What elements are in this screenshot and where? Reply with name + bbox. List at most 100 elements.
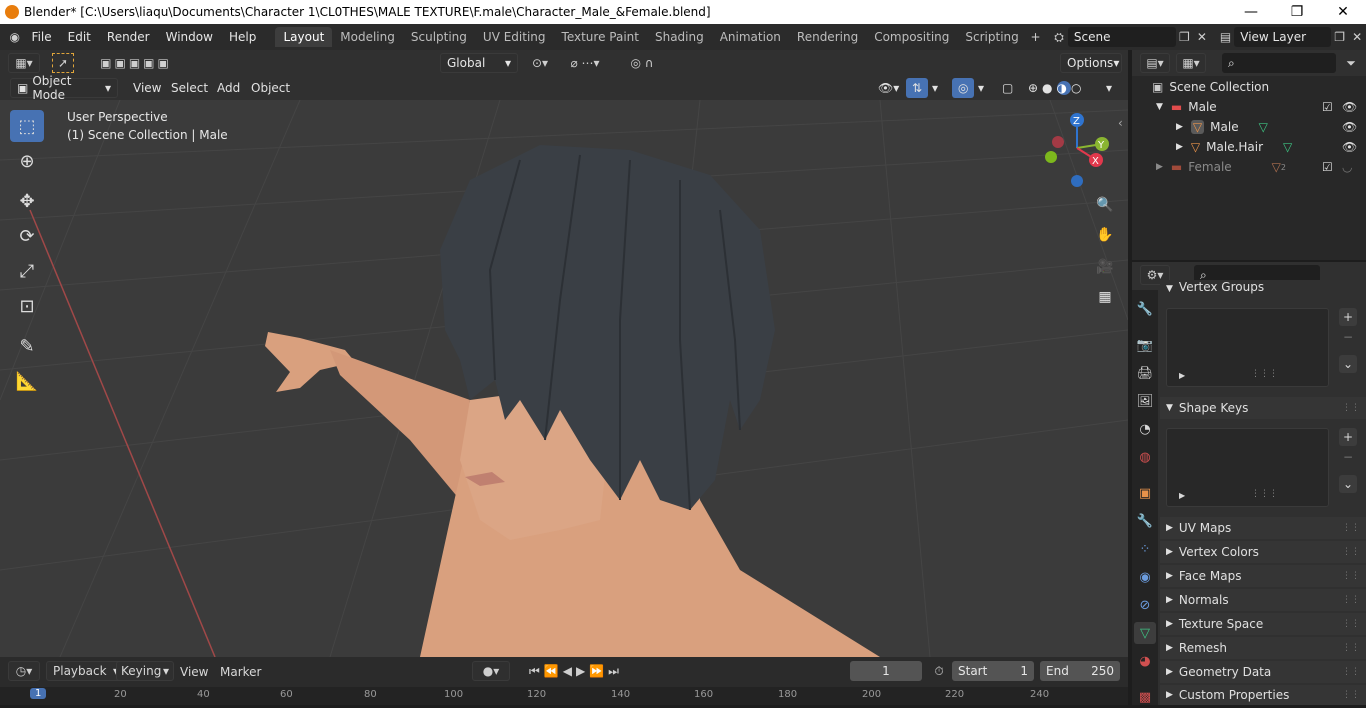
outliner-row-female-collection[interactable]: ▶ ▬ Female ▽ 2 ☑ ◡ <box>1132 157 1366 177</box>
options-dropdown[interactable]: Options ▾ <box>1060 53 1122 73</box>
transform-orientation-select[interactable]: Global ▾ <box>440 53 518 73</box>
resize-handle-icon[interactable]: ⋮⋮⋮ <box>1251 489 1278 499</box>
remove-shape-key-button[interactable]: − <box>1339 448 1357 466</box>
render-tab-icon[interactable]: 📷 <box>1134 334 1156 356</box>
filter-icon[interactable]: ⏷ <box>1340 53 1362 73</box>
snapping-icon[interactable]: ⌀ ⋯▾ <box>560 53 610 73</box>
visibility-icon[interactable]: 👁▾ <box>872 78 905 98</box>
outliner-search-input[interactable]: ⌕ <box>1222 53 1336 73</box>
tab-scripting[interactable]: Scripting <box>957 27 1026 47</box>
marker-menu[interactable]: Marker <box>220 665 261 679</box>
outliner-editor-type-icon[interactable]: ▤▾ <box>1140 53 1170 73</box>
collapse-arrow-icon[interactable]: ▼ <box>1156 102 1163 112</box>
material-tab-icon[interactable]: ◕ <box>1134 650 1156 672</box>
include-checkbox[interactable]: ☑ <box>1322 160 1333 174</box>
vertex-groups-panel-header[interactable]: ▼ Vertex Groups <box>1160 280 1366 294</box>
menu-select[interactable]: Select <box>165 78 214 98</box>
new-view-layer-icon[interactable]: ❐ <box>1331 27 1349 47</box>
proportional-edit-icon[interactable]: ◎ ∩ <box>618 53 666 73</box>
face-maps-panel-header[interactable]: ▶ Face Maps ⋮⋮ <box>1160 565 1366 587</box>
menu-object[interactable]: Object <box>245 78 296 98</box>
shading-menu-icon[interactable]: ▾ <box>1100 78 1118 98</box>
selection-mode-icons[interactable]: ▣▣▣▣▣ <box>88 53 184 73</box>
display-mode-icon[interactable]: ▦▾ <box>1176 53 1206 73</box>
blender-menu-icon[interactable]: ◉ <box>6 27 24 47</box>
custom-properties-panel-header[interactable]: ▶ Custom Properties ⋮⋮ <box>1160 685 1366 705</box>
drag-handle-icon[interactable]: ⋮⋮ <box>1342 547 1360 557</box>
scene-name-field[interactable]: Scene <box>1067 27 1176 47</box>
tab-animation[interactable]: Animation <box>712 27 789 47</box>
outliner-row-male-object[interactable]: ▶ ▽ Male ▽ 👁 <box>1132 117 1366 137</box>
menu-add[interactable]: Add <box>211 78 246 98</box>
drag-handle-icon[interactable]: ⋮⋮ <box>1342 643 1360 653</box>
scale-tool[interactable]: ⤢ <box>10 255 44 287</box>
eye-icon[interactable]: 👁 <box>1342 120 1357 134</box>
view-layer-icon[interactable]: ▤ <box>1217 27 1235 47</box>
constraints-tab-icon[interactable]: ⊘ <box>1134 594 1156 616</box>
sidebar-toggle-icon[interactable]: ‹ <box>1118 116 1123 130</box>
timeline-editor-type-icon[interactable]: ◷▾ <box>8 661 40 681</box>
close-button[interactable]: ✕ <box>1320 0 1366 24</box>
maximize-button[interactable]: ❐ <box>1274 0 1320 24</box>
normals-panel-header[interactable]: ▶ Normals ⋮⋮ <box>1160 589 1366 611</box>
modifier-tab-icon[interactable]: 🔧 <box>1134 510 1156 532</box>
add-workspace-icon[interactable]: + <box>1027 27 1045 47</box>
particles-tab-icon[interactable]: ⁘ <box>1134 538 1156 560</box>
timer-icon[interactable]: ⏱ <box>928 661 950 681</box>
shape-keys-list[interactable]: ▶ ⋮⋮⋮ <box>1166 428 1329 507</box>
select-tool-icon[interactable]: ➚ <box>52 53 74 73</box>
drag-handle-icon[interactable]: ⋮⋮ <box>1342 619 1360 629</box>
view-layer-tab-icon[interactable]: 🖼 <box>1134 390 1156 412</box>
scene-tab-icon[interactable]: ◔ <box>1134 418 1156 440</box>
pivot-point-icon[interactable]: ⊙▾ <box>526 53 554 73</box>
start-frame-field[interactable]: Start 1 <box>952 661 1034 681</box>
geometry-data-panel-header[interactable]: ▶ Geometry Data ⋮⋮ <box>1160 661 1366 683</box>
add-shape-key-button[interactable]: + <box>1339 428 1357 446</box>
outliner-row-scene-collection[interactable]: ▣ Scene Collection <box>1132 77 1366 97</box>
keyframe-record-icon[interactable]: ●▾ <box>472 661 510 681</box>
vertex-groups-list[interactable]: ▶ ⋮⋮⋮ <box>1166 308 1329 387</box>
drag-handle-icon[interactable]: ⋮⋮ <box>1342 690 1360 700</box>
view-layer-field[interactable]: View Layer <box>1234 27 1331 47</box>
expand-list-icon[interactable]: ▶ <box>1179 491 1185 500</box>
object-tab-icon[interactable]: ▣ <box>1134 482 1156 504</box>
menu-view[interactable]: View <box>127 78 167 98</box>
scene-selector-icon[interactable]: ⛭ <box>1050 27 1068 47</box>
cursor-tool[interactable]: ⊕ <box>10 145 44 177</box>
camera-icon[interactable]: 🎥 <box>1092 254 1118 280</box>
shape-keys-panel-header[interactable]: ▼ Shape Keys ⋮⋮ <box>1160 397 1366 419</box>
select-box-tool[interactable]: ⬚ <box>10 110 44 142</box>
output-tab-icon[interactable]: 🖨 <box>1134 362 1156 384</box>
shading-mode-icons[interactable]: ⊕● ◑ ○ <box>1022 78 1092 98</box>
xray-icon[interactable]: ▢ <box>996 78 1019 98</box>
include-checkbox[interactable]: ☑ <box>1322 100 1333 114</box>
annotate-tool[interactable]: ✎ <box>10 330 44 362</box>
shape-key-specials-button[interactable]: ⌄ <box>1339 475 1357 493</box>
eye-icon[interactable]: 👁 <box>1342 100 1357 114</box>
tab-shading[interactable]: Shading <box>647 27 712 47</box>
measure-tool[interactable]: 📐 <box>10 365 44 397</box>
rotate-tool[interactable]: ⟳ <box>10 220 44 252</box>
transform-tool[interactable]: ⊡ <box>10 290 44 322</box>
mesh-data-tab-icon[interactable]: ▽ <box>1134 622 1156 644</box>
move-tool[interactable]: ✥ <box>10 185 44 217</box>
menu-render[interactable]: Render <box>99 30 158 44</box>
mode-select[interactable]: ▣ Object Mode ▾ <box>10 74 118 102</box>
frame-ruler[interactable]: 1 20 40 60 80 100 120 140 160 180 200 22… <box>0 687 1128 705</box>
3d-viewport[interactable]: ⬚ ⊕ ✥ ⟳ ⤢ ⊡ ✎ 📐 User Perspective (1) Sce… <box>0 100 1128 657</box>
eye-icon[interactable]: 👁 <box>1342 140 1357 154</box>
tab-sculpting[interactable]: Sculpting <box>403 27 475 47</box>
remesh-panel-header[interactable]: ▶ Remesh ⋮⋮ <box>1160 637 1366 659</box>
hidden-eye-icon[interactable]: ◡ <box>1342 160 1352 174</box>
drag-handle-icon[interactable]: ⋮⋮ <box>1342 571 1360 581</box>
gizmo-menu-icon[interactable]: ▾ <box>926 78 944 98</box>
delete-scene-icon[interactable]: ✕ <box>1193 27 1211 47</box>
zoom-icon[interactable]: 🔍 <box>1092 192 1118 218</box>
tab-uv-editing[interactable]: UV Editing <box>475 27 554 47</box>
uv-maps-panel-header[interactable]: ▶ UV Maps ⋮⋮ <box>1160 517 1366 539</box>
world-tab-icon[interactable]: ◍ <box>1134 446 1156 468</box>
drag-handle-icon[interactable]: ⋮⋮ <box>1342 523 1360 533</box>
vertex-colors-panel-header[interactable]: ▶ Vertex Colors ⋮⋮ <box>1160 541 1366 563</box>
expand-arrow-icon[interactable]: ▶ <box>1156 162 1163 172</box>
delete-view-layer-icon[interactable]: ✕ <box>1348 27 1366 47</box>
